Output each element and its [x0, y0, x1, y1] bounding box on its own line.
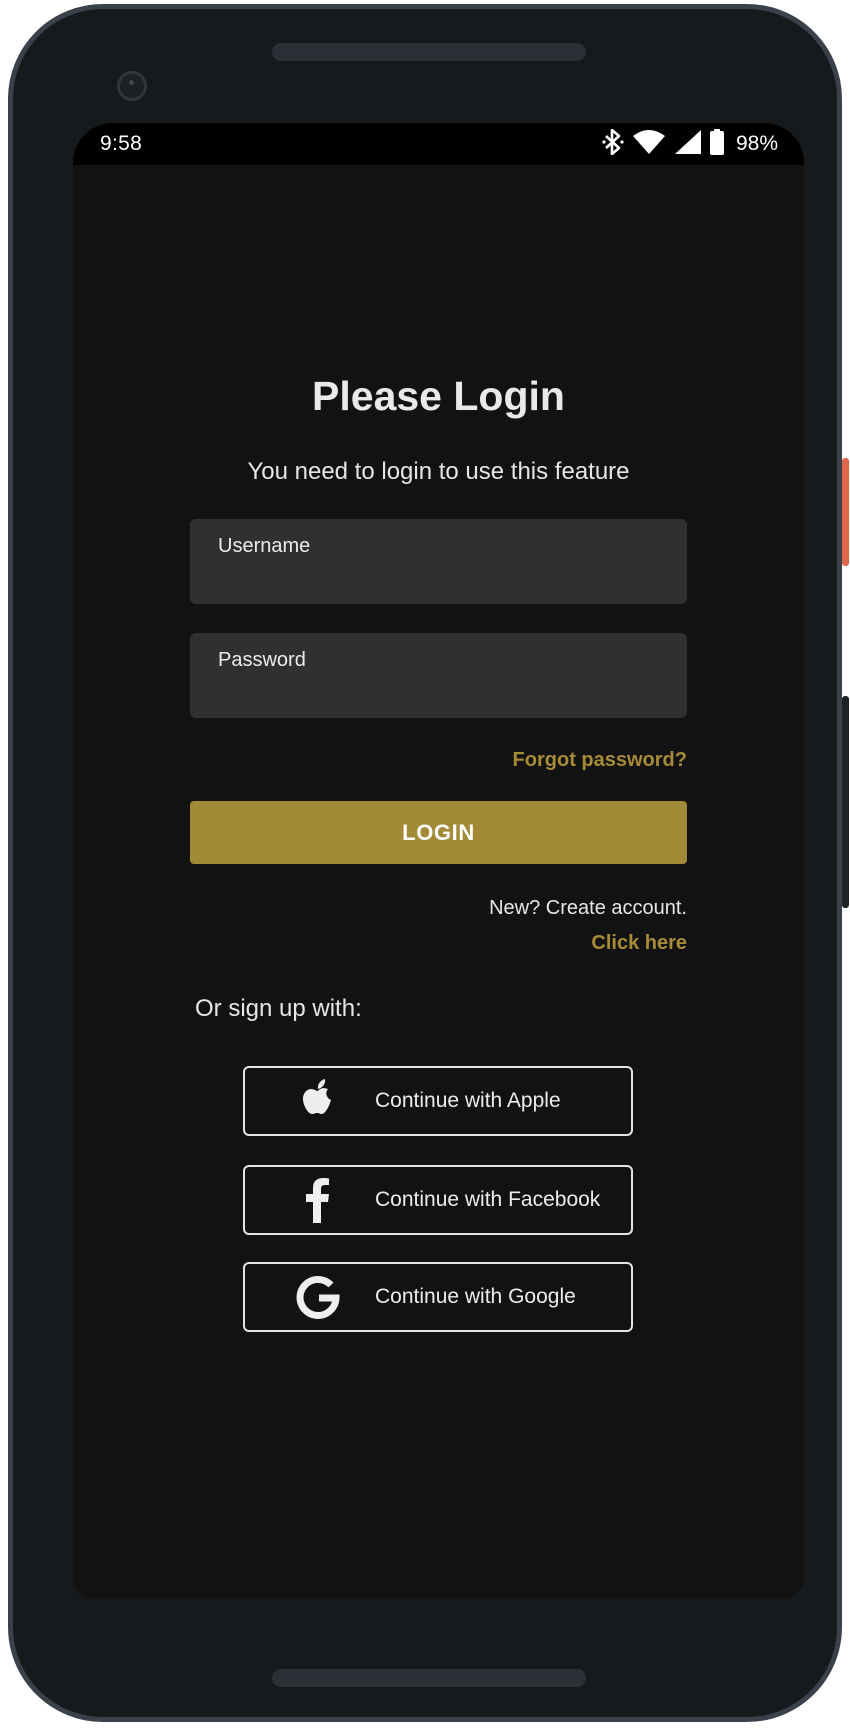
- password-label: Password: [218, 649, 306, 671]
- signup-label: Or sign up with:: [195, 995, 362, 1022]
- top-speaker: [272, 43, 586, 61]
- password-field[interactable]: Password: [190, 633, 687, 718]
- phone-frame: 9:58 98% Please Login You need to login …: [8, 4, 842, 1722]
- power-button: [842, 458, 849, 566]
- wifi-icon: [632, 129, 666, 160]
- page-subtitle: You need to login to use this feature: [247, 458, 630, 485]
- screen: 9:58 98% Please Login You need to login …: [73, 123, 804, 1599]
- front-camera: [117, 71, 147, 101]
- continue-with-apple-button[interactable]: Continue with Apple: [243, 1066, 633, 1136]
- username-label: Username: [218, 535, 311, 557]
- cellular-signal-icon: [674, 129, 702, 160]
- status-bar: 9:58 98%: [73, 123, 804, 165]
- username-field[interactable]: Username: [190, 519, 687, 604]
- page-title: Please Login: [312, 373, 565, 419]
- create-account-link[interactable]: Click here: [591, 932, 687, 955]
- facebook-button-label: Continue with Facebook: [375, 1188, 601, 1211]
- login-button[interactable]: LOGIN: [190, 801, 687, 864]
- bluetooth-icon: [602, 128, 624, 160]
- status-time: 9:58: [100, 132, 143, 155]
- battery-icon: [709, 128, 724, 160]
- new-account-text: New? Create account.: [489, 897, 687, 919]
- status-icons: 98%: [602, 128, 778, 160]
- battery-percentage: 98%: [735, 132, 778, 155]
- facebook-icon: [295, 1177, 341, 1223]
- google-icon: [295, 1274, 341, 1320]
- google-button-label: Continue with Google: [375, 1285, 576, 1308]
- continue-with-google-button[interactable]: Continue with Google: [243, 1262, 633, 1332]
- apple-button-label: Continue with Apple: [375, 1089, 561, 1112]
- apple-icon: [295, 1078, 341, 1124]
- forgot-password-link[interactable]: Forgot password?: [513, 749, 687, 772]
- volume-button: [842, 696, 849, 908]
- bottom-speaker: [272, 1669, 586, 1687]
- continue-with-facebook-button[interactable]: Continue with Facebook: [243, 1165, 633, 1235]
